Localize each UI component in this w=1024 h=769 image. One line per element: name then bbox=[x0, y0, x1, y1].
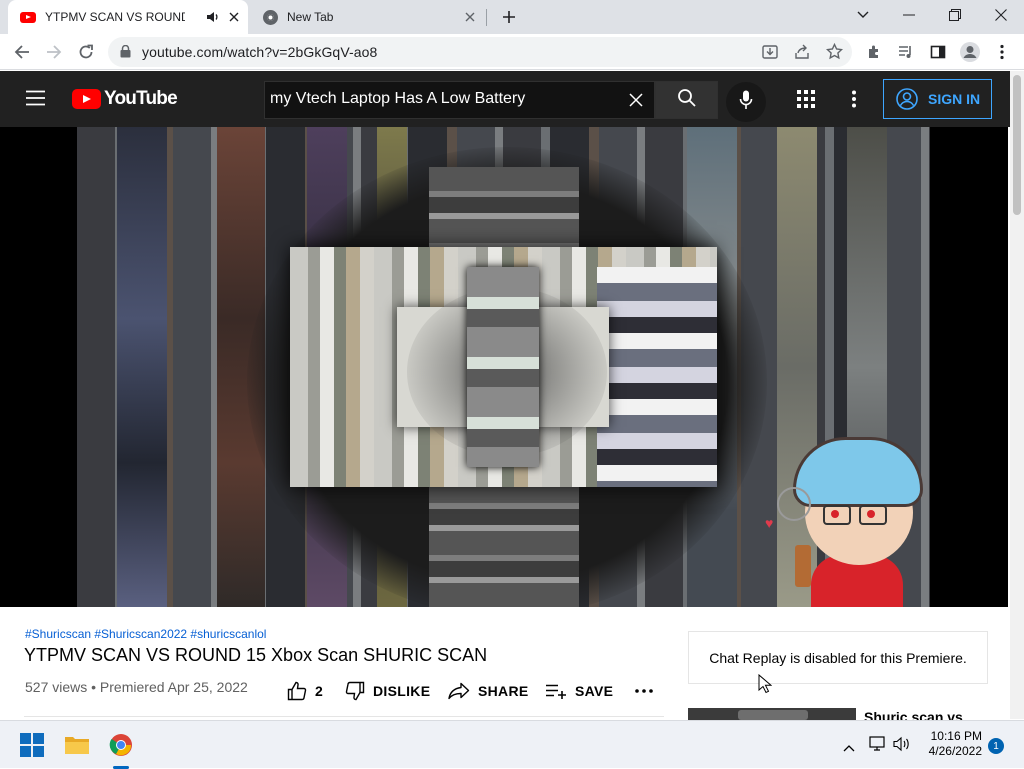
youtube-masthead: YouTube SIGN IN bbox=[0, 71, 1010, 127]
clock-date: 4/26/2022 bbox=[928, 744, 982, 758]
video-title: YTPMV SCAN VS ROUND 15 Xbox Scan SHURIC … bbox=[24, 645, 488, 665]
info-divider bbox=[24, 716, 664, 717]
dislike-button[interactable]: DISLIKE bbox=[345, 680, 430, 702]
install-app-icon[interactable] bbox=[762, 44, 778, 65]
youtube-wordmark: YouTube bbox=[104, 88, 178, 109]
settings-more-icon[interactable] bbox=[852, 90, 856, 113]
youtube-favicon-icon bbox=[20, 9, 36, 25]
clear-search-icon[interactable] bbox=[629, 93, 643, 112]
bookmark-star-icon[interactable] bbox=[825, 42, 844, 65]
video-meta: 527 views • Premiered Apr 25, 2022 bbox=[25, 679, 248, 695]
tab-separator bbox=[486, 9, 487, 26]
share-label: SHARE bbox=[478, 683, 529, 699]
mouse-cursor-icon bbox=[758, 673, 773, 699]
restore-button[interactable] bbox=[932, 0, 978, 30]
sign-in-button[interactable]: SIGN IN bbox=[883, 79, 992, 119]
recommended-video-thumbnail[interactable] bbox=[688, 708, 856, 720]
windows-start-icon[interactable] bbox=[16, 729, 48, 761]
file-explorer-icon[interactable] bbox=[61, 729, 93, 761]
tab-title: New Tab bbox=[287, 10, 334, 24]
tab-new-tab[interactable]: New Tab bbox=[250, 0, 486, 34]
thumbs-down-icon bbox=[345, 681, 373, 701]
search-button[interactable] bbox=[655, 81, 718, 119]
page-scrollbar[interactable] bbox=[1010, 71, 1024, 719]
tab-search-button[interactable] bbox=[840, 0, 886, 30]
address-bar[interactable]: youtube.com/watch?v=2bGkGqV-ao8 bbox=[108, 37, 852, 67]
speaker-icon[interactable] bbox=[205, 9, 221, 25]
hamburger-menu-icon[interactable] bbox=[26, 90, 46, 111]
chrome-taskbar-icon[interactable] bbox=[105, 729, 137, 761]
system-clock[interactable]: 10:16 PM 4/26/2022 bbox=[918, 729, 982, 759]
chrome-favicon-icon bbox=[262, 9, 278, 25]
video-frame[interactable]: ♥ bbox=[77, 127, 930, 607]
search-icon bbox=[677, 88, 697, 113]
tab-title: YTPMV SCAN VS ROUND 15 bbox=[45, 10, 185, 24]
media-control-icon[interactable] bbox=[892, 38, 920, 66]
browser-toolbar: youtube.com/watch?v=2bGkGqV-ao8 bbox=[0, 34, 1024, 70]
like-button[interactable]: 2 bbox=[287, 680, 323, 702]
close-tab-icon[interactable] bbox=[462, 9, 478, 25]
dislike-label: DISLIKE bbox=[373, 683, 431, 699]
voice-search-button[interactable] bbox=[726, 82, 766, 122]
new-tab-button[interactable] bbox=[494, 2, 524, 32]
profile-avatar-icon[interactable] bbox=[956, 38, 984, 66]
recommended-video-title[interactable]: Shuric scan vs bbox=[864, 709, 963, 720]
search-box[interactable] bbox=[264, 81, 655, 119]
tab-youtube[interactable]: YTPMV SCAN VS ROUND 15 bbox=[8, 0, 248, 34]
notification-badge[interactable]: 1 bbox=[988, 738, 1004, 754]
thumbs-up-icon bbox=[287, 681, 315, 701]
like-count: 2 bbox=[315, 683, 324, 699]
more-horizontal-icon bbox=[635, 689, 661, 693]
back-button[interactable] bbox=[8, 38, 36, 66]
lock-icon[interactable] bbox=[120, 44, 131, 63]
scrollbar-thumb[interactable] bbox=[1013, 75, 1021, 215]
side-panel-icon[interactable] bbox=[924, 38, 952, 66]
reload-button[interactable] bbox=[72, 38, 100, 66]
chrome-menu-icon[interactable] bbox=[988, 38, 1016, 66]
share-button[interactable]: SHARE bbox=[448, 680, 529, 702]
search-input[interactable] bbox=[270, 90, 620, 108]
save-button[interactable]: SAVE bbox=[545, 680, 613, 702]
youtube-play-logo-icon bbox=[72, 89, 101, 109]
save-label: SAVE bbox=[575, 683, 614, 699]
chat-replay-message: Chat Replay is disabled for this Premier… bbox=[709, 649, 967, 666]
video-player[interactable]: ♥ bbox=[0, 127, 1008, 607]
browser-tab-strip: YTPMV SCAN VS ROUND 15 New Tab bbox=[0, 0, 1024, 34]
extensions-icon[interactable] bbox=[860, 38, 888, 66]
share-arrow-icon bbox=[448, 682, 478, 700]
chevron-up-icon[interactable] bbox=[843, 739, 855, 757]
chat-replay-notice: Chat Replay is disabled for this Premier… bbox=[688, 631, 988, 684]
minimize-button[interactable] bbox=[886, 0, 932, 30]
youtube-logo[interactable]: YouTube bbox=[72, 88, 178, 110]
mascot-image: ♥ bbox=[765, 437, 923, 607]
apps-grid-icon[interactable] bbox=[797, 90, 815, 113]
account-circle-icon bbox=[896, 88, 918, 110]
more-actions-button[interactable] bbox=[635, 680, 661, 702]
share-icon[interactable] bbox=[794, 44, 810, 65]
url-text: youtube.com/watch?v=2bGkGqV-ao8 bbox=[142, 44, 378, 60]
video-hashtags[interactable]: #Shuricscan #Shuricscan2022 #shuricscanl… bbox=[25, 627, 266, 641]
close-window-button[interactable] bbox=[978, 0, 1024, 30]
forward-button[interactable] bbox=[40, 38, 68, 66]
clock-time: 10:16 PM bbox=[930, 729, 982, 743]
microphone-icon bbox=[739, 90, 753, 115]
sign-in-label: SIGN IN bbox=[928, 91, 981, 107]
windows-taskbar: 10:16 PM 4/26/2022 1 bbox=[0, 720, 1024, 769]
playlist-add-icon bbox=[545, 683, 575, 699]
network-icon[interactable] bbox=[869, 736, 887, 757]
close-tab-icon[interactable] bbox=[226, 9, 242, 25]
volume-icon[interactable] bbox=[893, 736, 911, 757]
